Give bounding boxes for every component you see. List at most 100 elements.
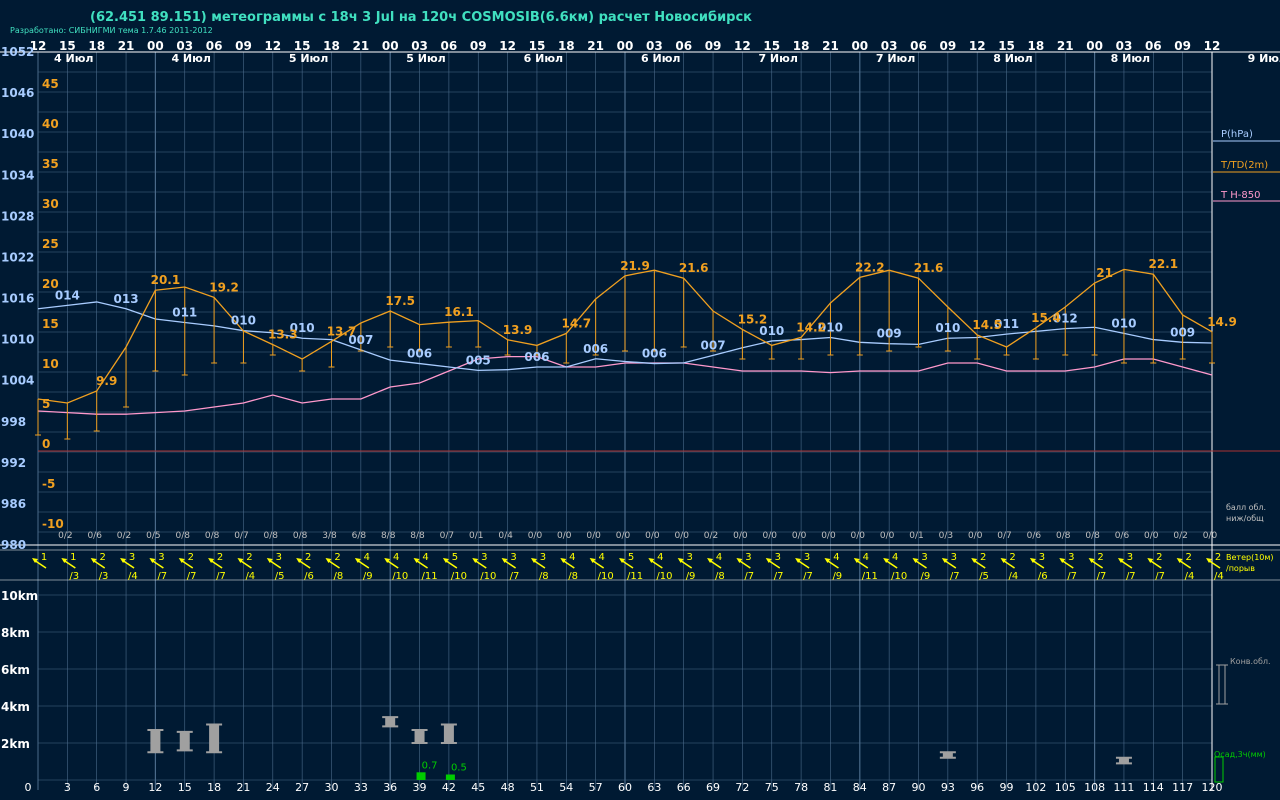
chart-subtitle: Разработано: СИБНИГМИ тема 1.7.46 2011-2… bbox=[10, 26, 213, 35]
wind-gust: /9 bbox=[832, 571, 842, 582]
temp-tick: -5 bbox=[42, 477, 55, 491]
cloud-fraction: 0/7 bbox=[440, 531, 454, 541]
legend-t850: T H-850 bbox=[1220, 190, 1261, 201]
temperature-label: 21 bbox=[1096, 266, 1113, 280]
temperature-label: 13.7 bbox=[327, 324, 357, 338]
wind-gust: /5 bbox=[275, 571, 285, 582]
temperature-label: 17.5 bbox=[385, 294, 415, 308]
wind-speed: 2 bbox=[305, 552, 311, 563]
bottom-hour-label: 0 bbox=[25, 781, 32, 794]
height-tick: 2km bbox=[1, 737, 30, 751]
hour-label: 12 bbox=[969, 39, 986, 53]
pressure-label: 009 bbox=[877, 327, 902, 341]
bottom-hour-label: 48 bbox=[501, 781, 515, 794]
temp-tick: 45 bbox=[42, 77, 59, 91]
temperature-label: 15.4 bbox=[1031, 311, 1061, 325]
temp-tick: 0 bbox=[42, 437, 50, 451]
wind-speed: 3 bbox=[745, 552, 751, 563]
bottom-hour-label: 72 bbox=[735, 781, 749, 794]
pressure-tick: 986 bbox=[1, 497, 26, 511]
legend-pressure: P(hPa) bbox=[1221, 129, 1253, 140]
bottom-hour-label: 84 bbox=[853, 781, 867, 794]
cloud-fraction: 0/0 bbox=[557, 531, 572, 541]
temperature-label: 16.1 bbox=[444, 305, 474, 319]
wind-gust: /11 bbox=[422, 571, 438, 582]
cloud-fraction: 0/7 bbox=[997, 531, 1011, 541]
wind-speed: 3 bbox=[1068, 552, 1074, 563]
precip-bar bbox=[445, 774, 455, 780]
cloud-fraction: 0/2 bbox=[704, 531, 718, 541]
wind-speed: 4 bbox=[863, 552, 869, 563]
hour-label: 12 bbox=[499, 39, 516, 53]
hour-label: 09 bbox=[235, 39, 252, 53]
hour-label: 21 bbox=[352, 39, 369, 53]
convective-cloud bbox=[150, 730, 161, 753]
bottom-hour-label: 36 bbox=[383, 781, 397, 794]
temperature-label: 15.2 bbox=[738, 312, 768, 326]
pressure-tick: 980 bbox=[1, 538, 26, 552]
hour-label: 00 bbox=[147, 39, 164, 53]
bottom-hour-label: 15 bbox=[178, 781, 192, 794]
wind-gust: /7 bbox=[510, 571, 520, 582]
wind-gust: /7 bbox=[187, 571, 197, 582]
cloud-fraction: 0/0 bbox=[792, 531, 807, 541]
wind-gust: /7 bbox=[157, 571, 167, 582]
day-label: 8 Июл bbox=[993, 52, 1032, 65]
wind-speed: 2 bbox=[100, 552, 106, 563]
bottom-hour-label: 27 bbox=[295, 781, 309, 794]
cloud-fraction: 0/0 bbox=[674, 531, 689, 541]
wind-speed: 2 bbox=[217, 552, 223, 563]
hour-label: 21 bbox=[822, 39, 839, 53]
cloud-fraction: 0/0 bbox=[880, 531, 895, 541]
wind-speed: 3 bbox=[158, 552, 164, 563]
legend-wind: Ветер(10м) bbox=[1226, 553, 1274, 562]
temp-tick: 15 bbox=[42, 317, 59, 331]
wind-gust: /8 bbox=[539, 571, 549, 582]
bottom-hour-label: 45 bbox=[471, 781, 485, 794]
pressure-tick: 1010 bbox=[1, 333, 34, 347]
wind-gust: /8 bbox=[334, 571, 344, 582]
background bbox=[0, 0, 1280, 800]
pressure-tick: 1004 bbox=[1, 374, 34, 388]
day-label: 8 Июл bbox=[1111, 52, 1150, 65]
wind-gust: /7 bbox=[1067, 571, 1077, 582]
wind-speed: 4 bbox=[657, 552, 663, 563]
wind-gust: /10 bbox=[656, 571, 672, 582]
wind-speed: 4 bbox=[716, 552, 722, 563]
bottom-hour-label: 78 bbox=[794, 781, 808, 794]
bottom-hour-label: 6 bbox=[93, 781, 100, 794]
bottom-hour-label: 9 bbox=[123, 781, 130, 794]
hour-label: 12 bbox=[264, 39, 281, 53]
bottom-hour-label: 108 bbox=[1084, 781, 1105, 794]
cloud-fraction: 0/0 bbox=[821, 531, 836, 541]
wind-speed: 2 bbox=[246, 552, 252, 563]
pressure-label: 006 bbox=[642, 347, 667, 361]
hour-label: 21 bbox=[1057, 39, 1074, 53]
wind-gust: /7 bbox=[774, 571, 784, 582]
wind-gust: /4 bbox=[1185, 571, 1195, 582]
bottom-hour-label: 42 bbox=[442, 781, 456, 794]
hour-label: 18 bbox=[793, 39, 810, 53]
cloud-fraction: 0/0 bbox=[528, 531, 543, 541]
temperature-label: 14.9 bbox=[1207, 315, 1237, 329]
temperature-label: 19.2 bbox=[209, 280, 239, 294]
pressure-label: 013 bbox=[114, 292, 139, 306]
legend-wind-2: /порыв bbox=[1226, 564, 1255, 573]
wind-gust: /11 bbox=[862, 571, 878, 582]
wind-gust: /7 bbox=[950, 571, 960, 582]
wind-gust: /4 bbox=[245, 571, 255, 582]
wind-gust: /10 bbox=[891, 571, 907, 582]
hour-label: 00 bbox=[617, 39, 634, 53]
bottom-hour-label: 3 bbox=[64, 781, 71, 794]
wind-gust: /10 bbox=[392, 571, 408, 582]
bottom-hour-label: 69 bbox=[706, 781, 720, 794]
bottom-hour-label: 102 bbox=[1025, 781, 1046, 794]
wind-gust: /10 bbox=[598, 571, 614, 582]
pressure-label: 009 bbox=[1170, 325, 1195, 339]
wind-gust: /4 bbox=[1009, 571, 1019, 582]
pressure-label: 014 bbox=[55, 288, 80, 302]
hour-label: 06 bbox=[441, 39, 458, 53]
cloud-fraction: 0/0 bbox=[1144, 531, 1159, 541]
height-tick: 6km bbox=[1, 663, 30, 677]
temp-tick: 40 bbox=[42, 117, 59, 131]
